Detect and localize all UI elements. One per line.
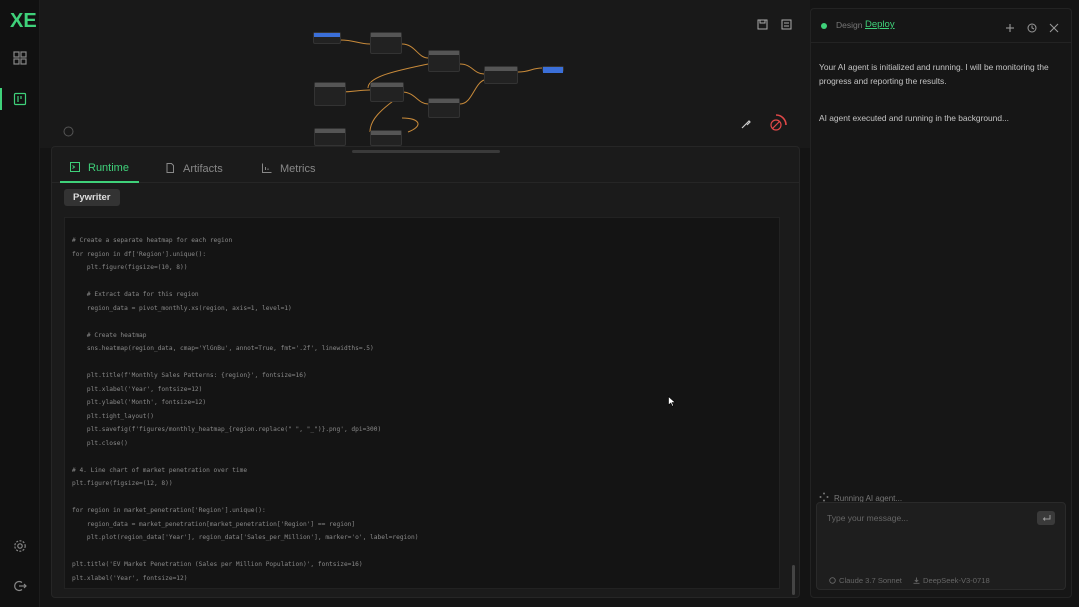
node-header <box>371 83 403 87</box>
help-icon[interactable] <box>59 122 77 140</box>
model-selector-1[interactable]: Claude 3.7 Sonnet <box>829 576 902 585</box>
message-input[interactable]: Type your message... <box>827 513 908 523</box>
plus-icon[interactable] <box>1005 20 1015 38</box>
workflow-node[interactable] <box>370 130 402 146</box>
logout-icon[interactable] <box>13 579 27 593</box>
code-line: plt.title(f'Monthly Sales Patterns: {reg… <box>72 372 307 379</box>
mode-deploy-tab[interactable]: Deploy <box>865 19 895 30</box>
workflow-node[interactable] <box>370 82 404 102</box>
workflow-node[interactable] <box>370 32 402 54</box>
settings-icon[interactable] <box>13 539 27 553</box>
mode-design-tab[interactable]: Design <box>836 20 862 30</box>
agent-chip[interactable]: Pywriter <box>64 189 120 206</box>
code-line: plt.figure(figsize=(10, 8)) <box>72 264 188 271</box>
workflow-node[interactable] <box>428 50 460 72</box>
code-line: plt.xlabel('Year', fontsize=12) <box>72 385 203 393</box>
code-line: region_data = market_penetration[market_… <box>72 520 356 528</box>
terminal-icon <box>70 161 80 175</box>
chat-message: AI agent executed and running in the bac… <box>819 113 1009 123</box>
workflow-node[interactable] <box>314 128 346 146</box>
code-line: region_data = pivot_monthly.xs(region, a… <box>72 304 292 312</box>
node-header <box>371 131 401 135</box>
download-icon <box>913 577 920 584</box>
code-line: plt.close() <box>72 439 128 447</box>
chart-icon <box>262 163 272 176</box>
send-button[interactable] <box>1037 511 1055 525</box>
code-line: plt.tight_layout() <box>72 412 154 420</box>
node-header <box>314 33 340 37</box>
node-connections <box>339 39 543 133</box>
grid-icon[interactable] <box>13 51 27 65</box>
code-scrollbar[interactable] <box>792 565 795 595</box>
model-icon <box>829 577 836 584</box>
code-line: sns.heatmap(region_data, cmap='YlGnBu', … <box>72 345 374 352</box>
board-icon[interactable] <box>13 92 27 106</box>
model-selector-2[interactable]: DeepSeek-V3-0718 <box>913 576 990 585</box>
app-root: XE Runtime Artifacts Metrics Pywriter # … <box>0 0 1079 607</box>
code-line: plt.savefig(f'figures/monthly_heatmap_{r… <box>72 426 382 433</box>
node-header <box>429 99 459 103</box>
save-icon[interactable] <box>753 15 771 33</box>
stop-icon[interactable] <box>763 112 789 138</box>
code-line: for region in market_penetration['Region… <box>72 507 266 514</box>
model-label: DeepSeek-V3-0718 <box>923 576 990 585</box>
node-header <box>315 83 345 87</box>
rail-active-indicator <box>0 88 2 110</box>
close-icon[interactable] <box>1049 20 1059 38</box>
node-header <box>371 33 401 37</box>
node-header <box>543 67 563 73</box>
code-line: # Extract data for this region <box>72 291 199 298</box>
code-line: # 4. Line chart of market penetration ov… <box>72 466 248 474</box>
file-icon <box>165 162 175 176</box>
workflow-node[interactable] <box>313 32 341 44</box>
node-header <box>485 67 517 71</box>
panel-tabs: Runtime Artifacts Metrics <box>52 155 799 183</box>
node-header <box>315 129 345 133</box>
code-line: # Create a separate heatmap for each reg… <box>72 237 233 244</box>
mouse-cursor-icon <box>668 396 676 407</box>
code-line: plt.figure(figsize=(12, 8)) <box>72 480 173 487</box>
code-line: plt.title('EV Market Penetration (Sales … <box>72 561 363 568</box>
code-line: # Create heatmap <box>72 331 147 339</box>
tab-label: Metrics <box>280 163 316 175</box>
node-header <box>429 51 459 55</box>
message-input-box: Type your message... Claude 3.7 Sonnet D… <box>816 502 1066 590</box>
left-rail: XE <box>0 0 40 607</box>
panel-resize-handle[interactable] <box>352 150 500 153</box>
tools-icon[interactable] <box>736 115 754 133</box>
tab-label: Runtime <box>88 162 129 174</box>
tab-artifacts[interactable]: Artifacts <box>155 155 233 183</box>
chat-panel: Design Deploy Your AI agent is initializ… <box>810 8 1072 598</box>
enter-icon <box>1042 515 1050 521</box>
workflow-node[interactable] <box>484 66 518 84</box>
workflow-canvas[interactable] <box>40 0 810 148</box>
runtime-panel: Runtime Artifacts Metrics Pywriter # Cre… <box>51 146 800 598</box>
app-logo[interactable]: XE <box>10 10 37 33</box>
status-indicator <box>821 23 827 29</box>
tab-metrics[interactable]: Metrics <box>252 155 325 183</box>
chat-message: Your AI agent is initialized and running… <box>819 62 1049 86</box>
tab-label: Artifacts <box>183 163 223 175</box>
code-line: plt.plot(region_data['Year'], region_dat… <box>72 534 419 541</box>
workflow-node[interactable] <box>542 66 564 73</box>
workflow-node[interactable] <box>314 82 346 106</box>
workflow-node[interactable] <box>428 98 460 118</box>
tab-runtime[interactable]: Runtime <box>60 155 139 183</box>
history-icon[interactable] <box>1027 20 1037 38</box>
code-line: plt.xlabel('Year', fontsize=12) <box>72 574 188 582</box>
chat-header: Design Deploy <box>811 9 1071 43</box>
export-icon[interactable] <box>777 15 795 33</box>
model-label: Claude 3.7 Sonnet <box>839 576 902 585</box>
code-line: for region in df['Region'].unique(): <box>72 250 207 258</box>
